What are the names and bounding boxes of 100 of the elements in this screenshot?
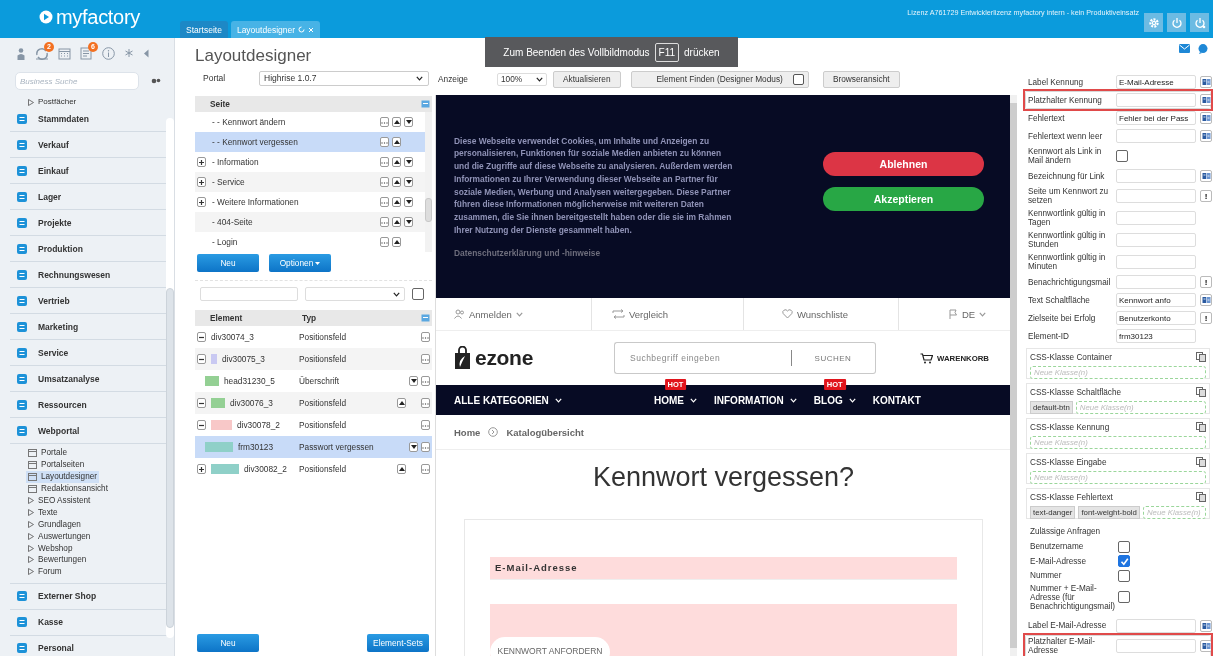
translate-button[interactable]: [1200, 130, 1212, 142]
move-up-button[interactable]: [392, 177, 401, 187]
page-row[interactable]: - 404-Seite: [195, 212, 425, 232]
module-item[interactable]: Externer Shop: [10, 583, 170, 610]
module-item[interactable]: Stammdaten: [10, 106, 170, 132]
link-button[interactable]: !: [1200, 312, 1212, 324]
checkbox[interactable]: [792, 73, 804, 85]
property-field[interactable]: [1116, 638, 1196, 653]
move-up-button[interactable]: [397, 398, 406, 408]
browser-view-button[interactable]: Browseransicht: [822, 70, 900, 88]
collapse-button[interactable]: [197, 420, 206, 430]
module-item[interactable]: Einkauf: [10, 158, 170, 184]
refresh-button[interactable]: Aktualisieren: [553, 70, 621, 88]
move-down-button[interactable]: [404, 217, 413, 227]
module-item[interactable]: Rechnungswesen: [10, 262, 170, 288]
submenu-item[interactable]: Grundlagen: [26, 518, 83, 531]
element-row[interactable]: div30075_3 Positionsfeld: [195, 348, 432, 370]
move-up-button[interactable]: [392, 197, 401, 207]
breadcrumb-link[interactable]: Home: [454, 426, 481, 438]
element-sets-button[interactable]: Element-Sets: [367, 634, 429, 652]
collapse-button[interactable]: [197, 398, 206, 408]
link-button[interactable]: !: [1200, 190, 1212, 202]
expand-button[interactable]: [197, 157, 206, 167]
property-field[interactable]: Fehler bei der Pass: [1116, 111, 1196, 125]
page-row[interactable]: - Service: [195, 172, 425, 192]
module-item[interactable]: Lager: [10, 184, 170, 210]
checkbox[interactable]: [1118, 540, 1130, 553]
translate-button[interactable]: [1200, 170, 1212, 182]
property-field[interactable]: [1116, 618, 1196, 633]
property-field[interactable]: E-Mail-Adresse: [1116, 75, 1196, 89]
submenu-item[interactable]: Forum: [26, 565, 64, 578]
move-down-button[interactable]: [404, 157, 413, 167]
nav-link[interactable]: KONTAKT: [872, 394, 921, 406]
wishlist-link[interactable]: Wunschliste: [782, 308, 849, 320]
element-row[interactable]: head31230_5 Überschrift: [195, 370, 432, 392]
submenu-item[interactable]: Portale: [26, 447, 69, 459]
new-button[interactable]: Neu: [197, 254, 259, 272]
property-field[interactable]: [1116, 275, 1196, 289]
checkbox[interactable]: [1118, 591, 1130, 603]
submenu-item[interactable]: Auswertungen: [26, 530, 93, 543]
page-row[interactable]: - Information: [195, 152, 425, 172]
module-item[interactable]: Personal: [10, 635, 170, 656]
zoom-select[interactable]: 100%: [497, 72, 547, 86]
search-field[interactable]: Business Suche: [15, 72, 139, 90]
page-row[interactable]: - - Kennwort vergessen: [195, 132, 425, 152]
module-item[interactable]: Kasse: [10, 609, 170, 636]
submenu-item[interactable]: SEO Assistent: [26, 494, 93, 507]
element-row[interactable]: frm30123 Passwort vergessen: [195, 436, 432, 458]
link-button[interactable]: !: [1200, 276, 1212, 288]
submenu-item[interactable]: Layoutdesigner: [26, 470, 99, 483]
more-button[interactable]: [421, 332, 430, 342]
checkbox[interactable]: [412, 288, 424, 300]
more-button[interactable]: [421, 420, 430, 430]
module-item[interactable]: Ressourcen: [10, 392, 170, 418]
property-field[interactable]: Benutzerkonto: [1116, 311, 1196, 325]
checkbox[interactable]: [1118, 555, 1130, 568]
submenu-item[interactable]: Bewertungen: [26, 554, 89, 566]
element-row[interactable]: div30076_3 Positionsfeld: [195, 392, 432, 414]
module-item[interactable]: Vertrieb: [10, 288, 170, 314]
property-field[interactable]: [1116, 255, 1196, 269]
move-down-button[interactable]: [404, 177, 413, 187]
nav-link[interactable]: INFORMATION: [714, 394, 797, 406]
submenu-item[interactable]: Redaktionsansicht: [26, 482, 110, 495]
move-up-button[interactable]: [397, 464, 406, 474]
translate-button[interactable]: [1200, 94, 1212, 106]
property-field[interactable]: Kennwort anfo: [1116, 293, 1196, 307]
compare-link[interactable]: Vergleich: [612, 308, 669, 320]
request-button[interactable]: KENNWORT ANFORDERN: [490, 637, 610, 656]
element-row[interactable]: div30074_3 Positionsfeld: [195, 326, 432, 348]
translate-button[interactable]: [1200, 294, 1212, 306]
move-up-button[interactable]: [392, 237, 401, 247]
move-down-button[interactable]: [404, 117, 413, 127]
module-item[interactable]: Webportal: [10, 418, 170, 444]
module-item[interactable]: Projekte: [10, 210, 170, 236]
property-field[interactable]: [1116, 233, 1196, 247]
translate-button[interactable]: [1200, 76, 1212, 88]
module-item[interactable]: Service: [10, 340, 170, 366]
property-field[interactable]: frm30123: [1116, 329, 1196, 343]
module-item[interactable]: Produktion: [10, 236, 170, 262]
move-down-button[interactable]: [409, 376, 418, 386]
submenu-item[interactable]: Webshop: [26, 542, 75, 554]
decline-button[interactable]: Ablehnen: [823, 152, 984, 176]
move-up-button[interactable]: [392, 217, 401, 227]
move-down-button[interactable]: [409, 442, 418, 452]
privacy-link[interactable]: Datenschutzerklärung und -hinweise: [454, 248, 736, 259]
filter-field[interactable]: [200, 287, 298, 301]
collapse-button[interactable]: [197, 354, 206, 364]
new-button[interactable]: Neu: [197, 634, 259, 652]
page-row[interactable]: - Weitere Informationen: [195, 192, 425, 212]
move-up-button[interactable]: [392, 157, 401, 167]
options-button[interactable]: Optionen: [269, 254, 331, 272]
more-button[interactable]: [421, 354, 430, 364]
language-link[interactable]: DE: [949, 308, 987, 320]
page-row[interactable]: - - Kennwort ändern: [195, 112, 425, 132]
translate-button[interactable]: [1200, 639, 1212, 652]
move-down-button[interactable]: [404, 197, 413, 207]
nav-link[interactable]: BLOG: [813, 394, 856, 406]
move-up-button[interactable]: [392, 117, 401, 127]
checkbox[interactable]: [1116, 150, 1128, 162]
account-link[interactable]: Anmelden: [454, 308, 523, 320]
